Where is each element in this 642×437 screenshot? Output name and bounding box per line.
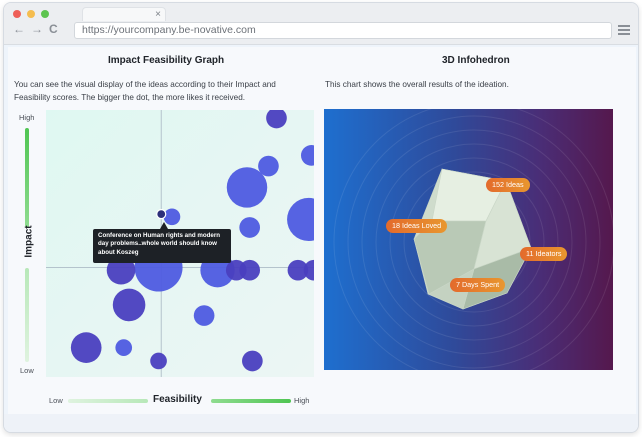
days-spent-pill[interactable]: 7 Days Spent bbox=[450, 278, 506, 292]
tab-close-icon[interactable]: × bbox=[155, 8, 161, 21]
impact-graph-title: Impact Feasibility Graph bbox=[108, 55, 225, 66]
y-axis-label: Impact bbox=[23, 225, 35, 258]
idea-tooltip: Conference on Human rights and modern da… bbox=[93, 229, 231, 263]
scatter-point[interactable] bbox=[239, 259, 261, 281]
hamburger-menu-icon[interactable] bbox=[618, 25, 630, 37]
address-bar[interactable]: https://yourcompany.be-novative.com bbox=[74, 22, 612, 39]
y-axis-lower-bar bbox=[25, 268, 29, 362]
x-axis-high-label: High bbox=[294, 396, 310, 405]
tooltip-line: about Koszeg bbox=[98, 248, 139, 256]
close-window-dot[interactable] bbox=[13, 10, 21, 18]
forward-arrow-icon[interactable]: → bbox=[31, 21, 43, 37]
scatter-point[interactable] bbox=[70, 332, 102, 363]
impact-graph-description-line: You can see the visual display of the id… bbox=[14, 80, 276, 89]
y-axis-high-label: High bbox=[19, 113, 35, 122]
maximize-window-dot[interactable] bbox=[41, 10, 49, 18]
infohedron-description: This chart shows the overall results of … bbox=[325, 80, 509, 89]
minimize-window-dot[interactable] bbox=[27, 10, 35, 18]
scatter-point[interactable] bbox=[242, 350, 263, 372]
tooltip-line: day problems..whole world should know bbox=[98, 240, 217, 248]
page-footer-strip bbox=[4, 414, 638, 432]
ideas-count-pill[interactable]: 152 Ideas bbox=[486, 178, 530, 192]
scatter-point[interactable] bbox=[115, 339, 133, 356]
impact-graph-description: You can see the visual display of the id… bbox=[14, 78, 276, 104]
infohedron-panel[interactable]: 152 Ideas 18 Ideas Loved 11 Ideators 7 D… bbox=[324, 109, 613, 370]
infohedron-title: 3D Infohedron bbox=[442, 55, 510, 66]
ideators-count-pill[interactable]: 11 Ideators bbox=[520, 247, 568, 261]
scatter-point[interactable] bbox=[112, 288, 146, 322]
impact-graph-description-line: Feasibility scores. The bigger the dot, … bbox=[14, 93, 246, 102]
x-axis-left-bar bbox=[68, 399, 148, 403]
scatter-point[interactable] bbox=[226, 167, 268, 208]
browser-chrome: × ← → C https://yourcompany.be-novative.… bbox=[4, 3, 638, 45]
x-axis-low-label: Low bbox=[49, 396, 63, 405]
scatter-point[interactable] bbox=[287, 197, 314, 242]
ideas-loved-pill[interactable]: 18 Ideas Loved bbox=[386, 219, 448, 233]
back-arrow-icon[interactable]: ← bbox=[13, 21, 25, 37]
y-axis-low-label: Low bbox=[20, 366, 34, 375]
scatter-point[interactable] bbox=[193, 305, 215, 326]
scatter-point[interactable] bbox=[266, 110, 287, 129]
scatter-point[interactable] bbox=[150, 352, 167, 370]
tooltip-arrow bbox=[160, 222, 168, 229]
selected-point[interactable] bbox=[156, 209, 167, 220]
scatter-point[interactable] bbox=[239, 217, 261, 238]
browser-tab[interactable]: × bbox=[82, 7, 166, 21]
y-axis-upper-bar bbox=[25, 128, 29, 228]
x-axis-label: Feasibility bbox=[153, 394, 202, 405]
tooltip-line: Conference on Human rights and modern bbox=[98, 232, 221, 239]
x-axis-right-bar bbox=[211, 399, 291, 403]
scatter-point[interactable] bbox=[300, 145, 314, 166]
reload-icon[interactable]: C bbox=[49, 21, 58, 37]
infohedron-svg bbox=[333, 109, 613, 370]
